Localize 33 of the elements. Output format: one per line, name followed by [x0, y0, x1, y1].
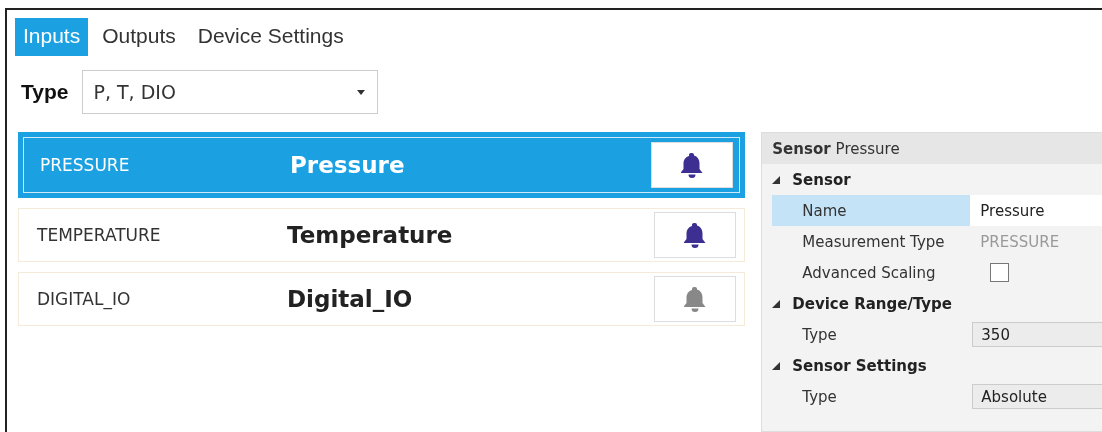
property-label[interactable]: Type	[772, 381, 971, 412]
property-label[interactable]: Type	[772, 319, 971, 350]
sensor-id: PRESSURE	[40, 155, 131, 175]
sensor-id: TEMPERATURE	[37, 225, 162, 245]
property-label[interactable]: Measurement Type	[772, 226, 971, 257]
checkbox[interactable]	[990, 263, 1010, 282]
sensor-name: Digital_IO	[287, 286, 414, 312]
tab[interactable]: Device Settings	[189, 18, 352, 56]
collapse-icon[interactable]	[772, 361, 781, 370]
sensor-row[interactable]: DIGITAL_IO Digital_IO	[18, 272, 746, 326]
type-dropdown[interactable]: P, T, DIO	[82, 70, 379, 114]
alarm-button[interactable]	[651, 142, 734, 188]
category-title: Device Range/Type	[792, 294, 953, 313]
sensor-row[interactable]: TEMPERATURE Temperature	[18, 208, 746, 262]
sensor-name: Pressure	[290, 152, 406, 178]
collapse-icon[interactable]	[772, 299, 781, 308]
category-title: Sensor Settings	[792, 356, 927, 375]
alarm-button[interactable]	[654, 212, 737, 258]
header-value: Pressure	[835, 139, 900, 158]
category-title: Sensor	[792, 170, 851, 189]
property-field[interactable]: 350	[972, 322, 1102, 347]
type-label: Type	[21, 80, 69, 104]
property-value[interactable]: Pressure	[970, 195, 1102, 226]
property-value: PRESSURE	[979, 231, 1061, 253]
collapse-icon[interactable]	[772, 175, 781, 184]
property-field[interactable]: Absolute	[972, 384, 1102, 409]
sensor-name: Temperature	[287, 222, 454, 248]
caret-icon	[357, 89, 366, 95]
header-label: Sensor	[772, 139, 831, 158]
property-label[interactable]: Advanced Scaling	[772, 257, 971, 288]
property-label[interactable]: Name	[772, 195, 971, 226]
tab[interactable]: Outputs	[94, 18, 184, 56]
sensor-id: DIGITAL_IO	[37, 289, 132, 309]
